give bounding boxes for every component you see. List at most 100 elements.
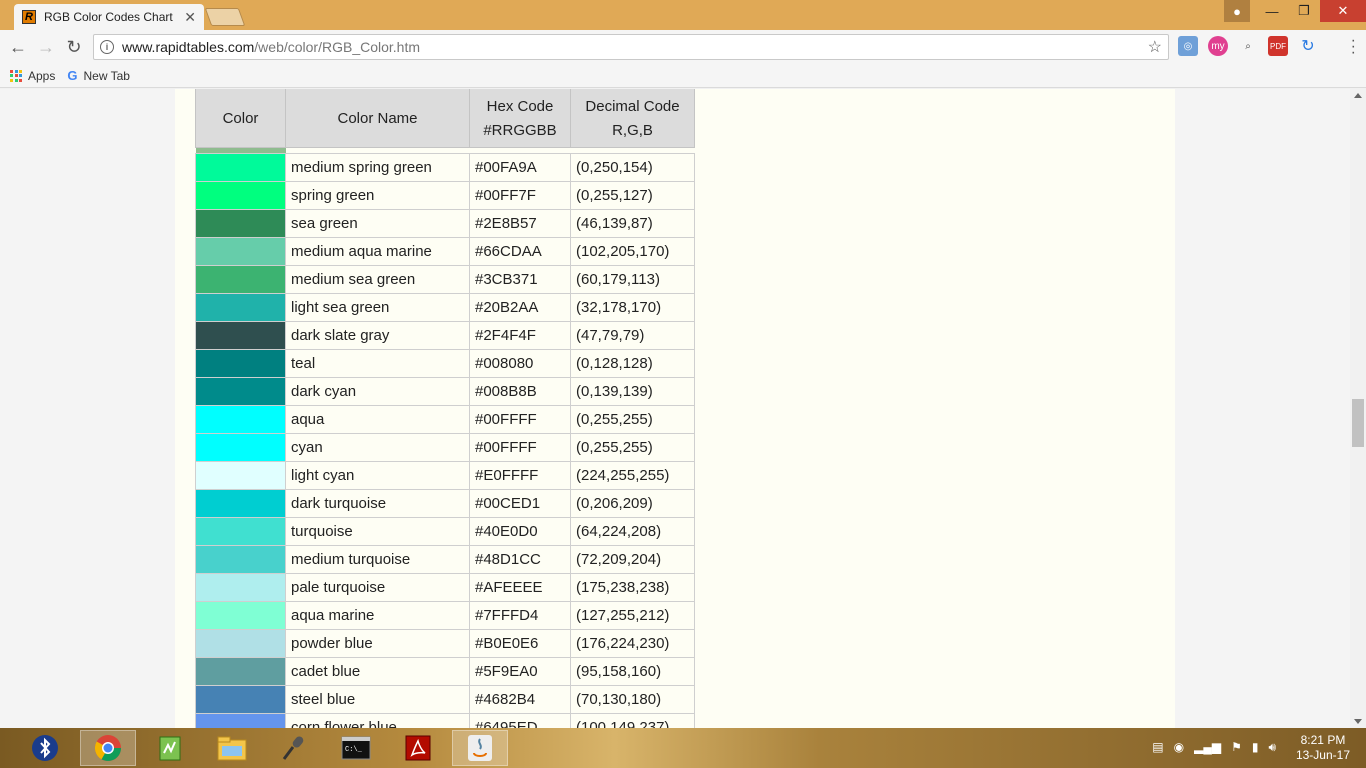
color-swatch: [195, 545, 286, 574]
table-row: medium spring green #00FA9A (0,250,154): [195, 153, 695, 182]
color-swatch: [195, 433, 286, 462]
color-name-cell: cyan: [285, 433, 470, 462]
action-center-icon[interactable]: ▤: [1152, 740, 1163, 755]
color-name-cell: turquoise: [285, 517, 470, 546]
url-path: /web/color/RGB_Color.htm: [254, 39, 421, 55]
browser-toolbar: ← → ↻ i www.rapidtables.com/web/color/RG…: [0, 30, 1366, 64]
reload-icon[interactable]: ↻: [60, 33, 88, 61]
window-controls: ● — ❐ ✕: [1224, 0, 1366, 22]
page-viewport: Color Color Name Hex Code #RRGGBB Decima…: [0, 89, 1350, 728]
bookmarks-bar: Apps G New Tab: [0, 64, 1366, 88]
hex-code-cell: #4682B4: [469, 685, 571, 714]
extension-search-icon[interactable]: ⌕: [1238, 36, 1258, 56]
color-swatch: [195, 153, 286, 182]
decimal-code-cell: (95,158,160): [570, 657, 695, 686]
user-profile-icon[interactable]: ●: [1224, 0, 1250, 22]
table-row: dark cyan #008B8B (0,139,139): [195, 377, 695, 406]
hex-code-cell: #00FFFF: [469, 433, 571, 462]
hex-code-cell: #00FF7F: [469, 181, 571, 210]
svg-text:C:\_: C:\_: [345, 746, 363, 754]
rapidtables-favicon-icon: R: [22, 10, 36, 24]
hex-code-cell: #B0E0E6: [469, 629, 571, 658]
camera-icon[interactable]: ◉: [1174, 740, 1184, 755]
color-swatch: [195, 461, 286, 490]
address-bar[interactable]: i www.rapidtables.com/web/color/RGB_Colo…: [93, 34, 1169, 60]
bluetooth-icon[interactable]: [18, 730, 72, 766]
chrome-menu-icon[interactable]: · · ·: [1351, 33, 1356, 61]
table-row: dark turquoise #00CED1 (0,206,209): [195, 489, 695, 518]
header-dec-line1: Decimal Code: [585, 97, 680, 115]
extension-pdf-icon[interactable]: PDF: [1268, 36, 1288, 56]
system-tray: ▤ ◉ ▂▄▆ ⚑ ▮ 🔊︎: [1152, 740, 1276, 755]
command-prompt-taskbar-icon[interactable]: C:\_: [328, 730, 384, 766]
maximize-button[interactable]: ❐: [1288, 0, 1320, 22]
browser-tab[interactable]: R RGB Color Codes Chart ✕: [14, 4, 204, 30]
scroll-up-arrow-icon[interactable]: [1354, 93, 1362, 98]
color-swatch: [195, 349, 286, 378]
page-scrollbar[interactable]: [1350, 89, 1366, 728]
decimal-code-cell: (46,139,87): [570, 209, 695, 238]
hex-code-cell: #008B8B: [469, 377, 571, 406]
table-row: cyan #00FFFF (0,255,255): [195, 433, 695, 462]
decimal-code-cell: (72,209,204): [570, 545, 695, 574]
flag-icon[interactable]: ⚑: [1231, 740, 1242, 755]
hex-code-cell: #7FFFD4: [469, 601, 571, 630]
color-name-cell: dark slate gray: [285, 321, 470, 350]
minimize-button[interactable]: —: [1256, 0, 1288, 22]
java-taskbar-icon[interactable]: [452, 730, 508, 766]
bookmark-label: New Tab: [83, 68, 130, 83]
volume-icon[interactable]: 🔊︎: [1268, 740, 1276, 755]
extension-refresh-icon[interactable]: ↻: [1298, 36, 1318, 56]
tab-close-icon[interactable]: ✕: [184, 9, 196, 26]
chrome-taskbar-icon[interactable]: [80, 730, 136, 766]
hex-code-cell: #E0FFFF: [469, 461, 571, 490]
decimal-code-cell: (127,255,212): [570, 601, 695, 630]
close-button[interactable]: ✕: [1320, 0, 1366, 22]
color-swatch: [195, 629, 286, 658]
bookmark-star-icon[interactable]: ☆: [1148, 37, 1162, 57]
scroll-thumb[interactable]: [1352, 399, 1364, 447]
acrobat-reader-taskbar-icon[interactable]: [390, 730, 446, 766]
color-swatch: [195, 265, 286, 294]
back-arrow-icon[interactable]: ←: [4, 33, 32, 61]
bookmark-new-tab[interactable]: G New Tab: [67, 68, 130, 83]
hex-code-cell: #3CB371: [469, 265, 571, 294]
wifi-signal-icon[interactable]: ▂▄▆: [1194, 740, 1221, 755]
table-row: powder blue #B0E0E6 (176,224,230): [195, 629, 695, 658]
color-swatch: [195, 377, 286, 406]
color-name-cell: light cyan: [285, 461, 470, 490]
extension-my-icon[interactable]: my: [1208, 36, 1228, 56]
site-info-icon[interactable]: i: [100, 40, 114, 54]
color-name-cell: medium aqua marine: [285, 237, 470, 266]
color-name-cell: medium sea green: [285, 265, 470, 294]
color-swatch: [195, 713, 286, 728]
color-name-cell: spring green: [285, 181, 470, 210]
decimal-code-cell: (0,255,127): [570, 181, 695, 210]
forward-arrow-icon[interactable]: →: [32, 33, 60, 61]
file-explorer-taskbar-icon[interactable]: [204, 730, 260, 766]
table-row: sea green #2E8B57 (46,139,87): [195, 209, 695, 238]
scroll-down-arrow-icon[interactable]: [1354, 719, 1362, 724]
decimal-code-cell: (0,139,139): [570, 377, 695, 406]
google-g-icon: G: [67, 68, 78, 83]
taskbar-clock[interactable]: 8:21 PM 13-Jun-17: [1296, 733, 1350, 763]
notepad-plus-taskbar-icon[interactable]: [142, 730, 198, 766]
table-row: aqua #00FFFF (0,255,255): [195, 405, 695, 434]
extension-sync-icon[interactable]: ◎: [1178, 36, 1198, 56]
windows-taskbar: C:\_ ▤ ◉ ▂▄▆ ⚑ ▮ 🔊︎ 8:21 PM 13-Jun-17: [0, 728, 1366, 768]
table-row: turquoise #40E0D0 (64,224,208): [195, 517, 695, 546]
decimal-code-cell: (0,255,255): [570, 433, 695, 462]
table-row: spring green #00FF7F (0,255,127): [195, 181, 695, 210]
bookmark-label: Apps: [28, 68, 56, 83]
hex-code-cell: #008080: [469, 349, 571, 378]
battery-icon[interactable]: ▮: [1252, 740, 1259, 755]
bookmark-apps[interactable]: Apps: [10, 69, 55, 83]
microphone-taskbar-icon[interactable]: [266, 730, 322, 766]
new-tab-button[interactable]: [204, 8, 246, 26]
table-row: dark slate gray #2F4F4F (47,79,79): [195, 321, 695, 350]
hex-code-cell: #2F4F4F: [469, 321, 571, 350]
header-hex-line2: #RRGGBB: [483, 121, 557, 139]
table-row: corn flower blue #6495ED (100,149,237): [195, 713, 695, 728]
color-name-cell: dark turquoise: [285, 489, 470, 518]
decimal-code-cell: (60,179,113): [570, 265, 695, 294]
